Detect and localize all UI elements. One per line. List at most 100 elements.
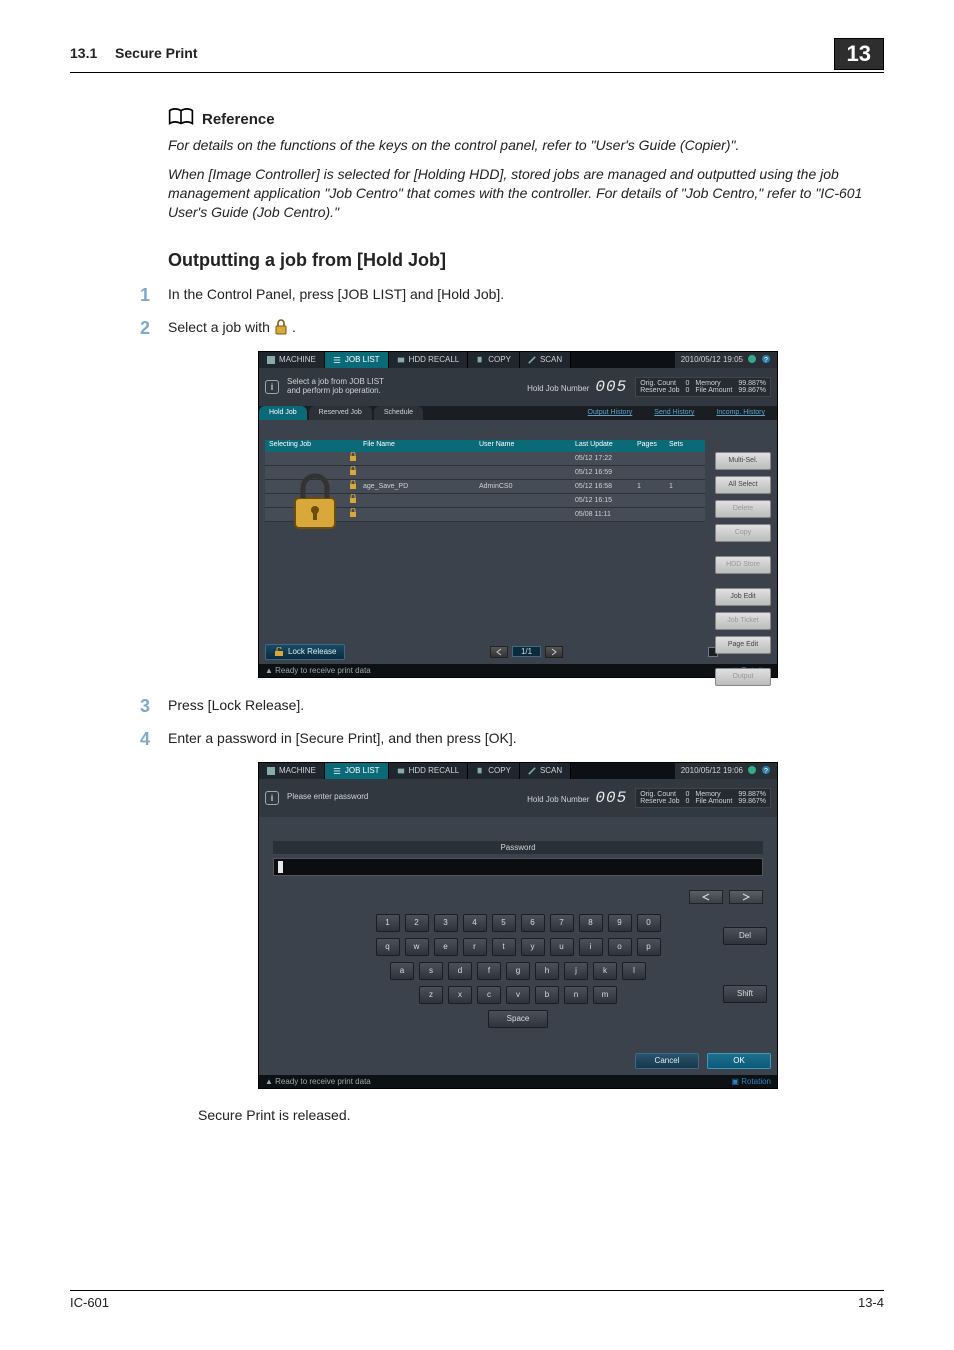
- password-label: Password: [273, 841, 763, 854]
- key-g[interactable]: g: [506, 962, 530, 980]
- step-text: In the Control Panel, press [JOB LIST] a…: [168, 285, 504, 305]
- tab-copy[interactable]: COPY: [468, 763, 520, 779]
- key-t[interactable]: t: [492, 938, 516, 956]
- tab-scan[interactable]: SCAN: [520, 763, 571, 779]
- key-e[interactable]: e: [434, 938, 458, 956]
- subtab-send-history[interactable]: Send History: [644, 406, 704, 420]
- step-number: 2: [136, 318, 150, 339]
- key-y[interactable]: y: [521, 938, 545, 956]
- status-box: Orig. Count0Memory99.887% Reserve Job0Fi…: [635, 788, 771, 808]
- key-2[interactable]: 2: [405, 914, 429, 932]
- key-s[interactable]: s: [419, 962, 443, 980]
- panel-instruction: Please enter password: [287, 793, 368, 802]
- key-j[interactable]: j: [564, 962, 588, 980]
- page-indicator: 1/1: [512, 646, 541, 657]
- key-w[interactable]: w: [405, 938, 429, 956]
- subtab-schedule[interactable]: Schedule: [374, 406, 423, 420]
- on-screen-keyboard: 1234567890 qwertyuiop asdfghjkl zxcvbnm …: [273, 914, 763, 1028]
- subtab-reserved-job[interactable]: Reserved Job: [309, 406, 372, 420]
- key-space[interactable]: Space: [488, 1010, 548, 1028]
- footer-left: IC-601: [70, 1295, 109, 1310]
- multi-select-button[interactable]: Multi-Sel.: [715, 452, 771, 470]
- reference-icon: [168, 107, 194, 132]
- key-r[interactable]: r: [463, 938, 487, 956]
- key-x[interactable]: x: [448, 986, 472, 1004]
- key-h[interactable]: h: [535, 962, 559, 980]
- help-icon[interactable]: ?: [761, 765, 771, 777]
- copy-button[interactable]: Copy: [715, 524, 771, 542]
- tab-job-list[interactable]: JOB LIST: [325, 763, 389, 779]
- status-text: ▲ Ready to receive print data: [265, 666, 371, 675]
- key-n[interactable]: n: [564, 986, 588, 1004]
- key-4[interactable]: 4: [463, 914, 487, 932]
- help-icon[interactable]: ?: [761, 354, 771, 366]
- panel-instruction: Select a job from JOB LIST and perform j…: [287, 378, 384, 396]
- cancel-button[interactable]: Cancel: [635, 1053, 699, 1069]
- step-number: 3: [136, 696, 150, 717]
- key-9[interactable]: 9: [608, 914, 632, 932]
- key-8[interactable]: 8: [579, 914, 603, 932]
- tab-machine[interactable]: MACHINE: [259, 763, 325, 779]
- table-row[interactable]: 05/12 17:22: [265, 452, 705, 466]
- key-f[interactable]: f: [477, 962, 501, 980]
- password-input[interactable]: [273, 858, 763, 876]
- key-c[interactable]: c: [477, 986, 501, 1004]
- output-button[interactable]: Output: [715, 668, 771, 686]
- key-b[interactable]: b: [535, 986, 559, 1004]
- lock-icon: [345, 507, 359, 521]
- memory-icon: [747, 354, 757, 366]
- delete-button[interactable]: Delete: [715, 500, 771, 518]
- job-edit-button[interactable]: Job Edit: [715, 588, 771, 606]
- job-ticket-button[interactable]: Job Ticket: [715, 612, 771, 630]
- key-i[interactable]: i: [579, 938, 603, 956]
- lock-icon: [274, 319, 288, 335]
- key-u[interactable]: u: [550, 938, 574, 956]
- svg-text:?: ?: [764, 357, 768, 364]
- key-a[interactable]: a: [390, 962, 414, 980]
- subtab-output-history[interactable]: Output History: [578, 406, 643, 420]
- key-1[interactable]: 1: [376, 914, 400, 932]
- key-0[interactable]: 0: [637, 914, 661, 932]
- tab-hdd-recall[interactable]: HDD RECALL: [389, 763, 469, 779]
- hold-number-value: 005: [595, 789, 627, 807]
- hold-number-label: Hold Job Number: [527, 384, 589, 393]
- key-shift[interactable]: Shift: [723, 985, 767, 1003]
- key-l[interactable]: l: [622, 962, 646, 980]
- panel-datetime: 2010/05/12 19:06 ?: [675, 763, 777, 779]
- lock-release-button[interactable]: Lock Release: [265, 644, 345, 660]
- key-k[interactable]: k: [593, 962, 617, 980]
- page-next-button[interactable]: [545, 646, 563, 658]
- tab-hdd-recall[interactable]: HDD RECALL: [389, 352, 469, 368]
- key-v[interactable]: v: [506, 986, 530, 1004]
- job-table-header: Selecting Job File Name User Name Last U…: [265, 440, 705, 452]
- key-o[interactable]: o: [608, 938, 632, 956]
- hdd-store-button[interactable]: HDD Store: [715, 556, 771, 574]
- footer-right: 13-4: [858, 1295, 884, 1310]
- key-7[interactable]: 7: [550, 914, 574, 932]
- caret-left-button[interactable]: [689, 890, 723, 904]
- tab-copy[interactable]: COPY: [468, 352, 520, 368]
- control-panel-password: MACHINE JOB LIST HDD RECALL COPY SCAN 20…: [258, 762, 778, 1089]
- key-6[interactable]: 6: [521, 914, 545, 932]
- key-q[interactable]: q: [376, 938, 400, 956]
- key-5[interactable]: 5: [492, 914, 516, 932]
- step-number: 1: [136, 285, 150, 306]
- tab-scan[interactable]: SCAN: [520, 352, 571, 368]
- key-3[interactable]: 3: [434, 914, 458, 932]
- key-d[interactable]: d: [448, 962, 472, 980]
- ok-button[interactable]: OK: [707, 1053, 771, 1069]
- all-select-button[interactable]: All Select: [715, 476, 771, 494]
- subtab-incomp-history[interactable]: Incomp. History: [706, 406, 775, 420]
- page-prev-button[interactable]: [490, 646, 508, 658]
- caret-right-button[interactable]: [729, 890, 763, 904]
- key-m[interactable]: m: [593, 986, 617, 1004]
- subtab-hold-job[interactable]: Hold Job: [259, 406, 307, 420]
- key-z[interactable]: z: [419, 986, 443, 1004]
- key-p[interactable]: p: [637, 938, 661, 956]
- key-del[interactable]: Del: [723, 927, 767, 945]
- selected-job-lock-icon: [289, 472, 341, 532]
- tab-machine[interactable]: MACHINE: [259, 352, 325, 368]
- page-edit-button[interactable]: Page Edit: [715, 636, 771, 654]
- memory-icon: [747, 765, 757, 777]
- tab-job-list[interactable]: JOB LIST: [325, 352, 389, 368]
